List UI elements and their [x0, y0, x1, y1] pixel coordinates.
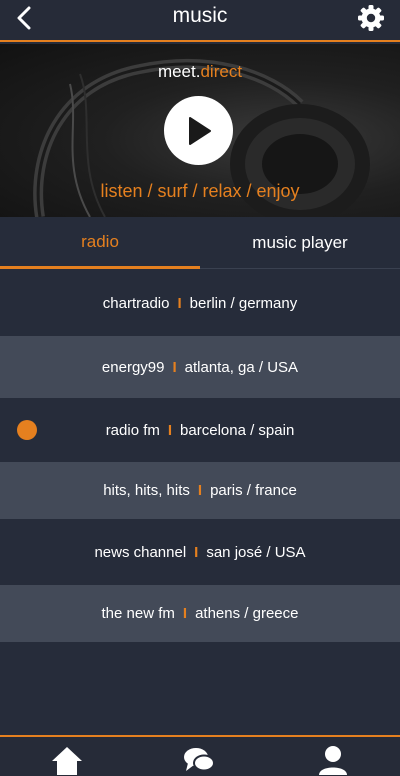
- station-name: chartradio: [102, 294, 170, 312]
- separator: I: [197, 482, 203, 499]
- station-list: chartradio I berlin / germany energy99 I…: [0, 270, 400, 642]
- brand-accent: direct: [200, 62, 243, 81]
- station-name: news channel: [94, 543, 187, 561]
- station-location: barcelona / spain: [180, 421, 295, 439]
- hero-banner: meet.direct listen / surf / relax / enjo…: [0, 44, 400, 217]
- station-name: the new fm: [101, 605, 175, 622]
- page-title: music: [172, 4, 228, 27]
- play-button[interactable]: [164, 96, 233, 165]
- tab-bar: radio music player: [0, 217, 400, 269]
- separator: I: [177, 294, 182, 312]
- brand-prefix: meet.: [157, 62, 201, 81]
- settings-button[interactable]: [356, 3, 386, 33]
- now-playing-indicator: [17, 420, 37, 440]
- station-location: paris / france: [210, 482, 297, 499]
- station-location: atlanta, ga / USA: [184, 358, 299, 376]
- tab-music-player[interactable]: music player: [200, 217, 400, 269]
- station-row[interactable]: the new fm I athens / greece: [0, 585, 400, 642]
- station-name: energy99: [101, 358, 165, 376]
- separator: I: [172, 358, 177, 376]
- nav-chat[interactable]: [179, 745, 219, 776]
- station-row[interactable]: hits, hits, hits I paris / france: [0, 462, 400, 519]
- gear-icon: [358, 5, 384, 31]
- station-row-active[interactable]: radio fm I barcelona / spain: [0, 398, 400, 462]
- nav-home[interactable]: [47, 745, 87, 776]
- station-location: athens / greece: [195, 605, 299, 622]
- tab-radio[interactable]: radio: [0, 217, 200, 269]
- station-row[interactable]: energy99 I atlanta, ga / USA: [0, 336, 400, 398]
- brand-logo: meet.direct: [0, 62, 400, 82]
- station-name: hits, hits, hits: [103, 482, 190, 499]
- station-row[interactable]: news channel I san josé / USA: [0, 519, 400, 585]
- station-location: berlin / germany: [189, 294, 298, 312]
- station-row[interactable]: chartradio I berlin / germany: [0, 270, 400, 336]
- header-bar: music: [0, 0, 400, 42]
- tagline: listen / surf / relax / enjoy: [100, 181, 300, 201]
- profile-icon: [319, 746, 347, 775]
- home-icon: [52, 747, 82, 775]
- bottom-nav: [0, 735, 400, 776]
- nav-profile[interactable]: [313, 745, 353, 776]
- chat-icon: [184, 748, 215, 772]
- play-icon: [188, 116, 211, 145]
- separator: I: [167, 421, 173, 439]
- separator: I: [194, 543, 199, 561]
- station-name: radio fm: [105, 421, 160, 439]
- separator: I: [182, 605, 188, 622]
- station-location: san josé / USA: [206, 543, 306, 561]
